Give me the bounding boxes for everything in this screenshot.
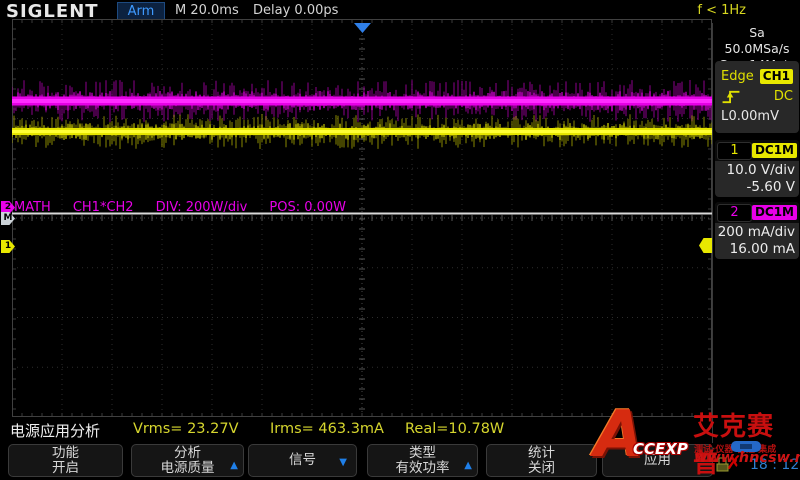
analysis-title: 电源应用分析 bbox=[10, 420, 100, 441]
arrow-up-icon: ▲ bbox=[464, 458, 472, 473]
menu-button-value: 有效功率 bbox=[396, 461, 450, 476]
math-position: POS: 0.00W bbox=[269, 200, 346, 215]
trigger-source-badge: CH1 bbox=[760, 69, 793, 84]
channel2-info-box[interactable]: 2 DC1M 200 mA/div 16.00 mA bbox=[715, 202, 799, 259]
channel1-coupling-badge: DC1M bbox=[752, 143, 797, 158]
waveform-display bbox=[12, 19, 712, 417]
trigger-info-box[interactable]: Edge CH1 DC L 0.00mV bbox=[715, 61, 799, 133]
menu-button-value: 关闭 bbox=[528, 461, 555, 476]
menu-button-type[interactable]: 类型 有效功率 ▲ bbox=[367, 444, 478, 477]
delay-readout: Delay 0.00ps bbox=[253, 3, 338, 18]
channel1-scale: 10.0 V/div bbox=[715, 162, 795, 179]
menu-button-value: 电源质量 bbox=[161, 461, 215, 476]
math-scale: DIV: 200W/div bbox=[156, 200, 248, 215]
menu-button-label: 分析 bbox=[174, 446, 201, 461]
trigger-level-prefix: L bbox=[721, 109, 728, 124]
rising-edge-icon bbox=[721, 89, 741, 104]
channel1-offset: -5.60 V bbox=[715, 179, 795, 196]
channel2-coupling-badge: DC1M bbox=[752, 205, 797, 220]
frequency-counter: f < 1Hz bbox=[697, 3, 746, 18]
math-label: MATH bbox=[14, 200, 51, 215]
channel2-scale: 200 mA/div bbox=[715, 224, 795, 241]
vrms-readout: Vrms= 23.27V bbox=[133, 421, 239, 437]
menu-button-signal[interactable]: 信号 ▼ bbox=[248, 444, 357, 477]
trigger-level-value: 0.00mV bbox=[728, 109, 779, 124]
graticule-and-traces bbox=[12, 19, 712, 417]
channel1-info-box[interactable]: 1 DC1M 10.0 V/div -5.60 V bbox=[715, 140, 799, 197]
sample-rate: Sa 50.0MSa/s bbox=[715, 25, 799, 57]
trigger-coupling: DC bbox=[774, 89, 793, 104]
channel1-number: 1 bbox=[717, 142, 752, 160]
oscilloscope-screen: SIGLENT Arm M 20.0ms Delay 0.00ps f < 1H… bbox=[0, 0, 800, 480]
arrow-down-icon: ▼ bbox=[339, 455, 347, 470]
menu-button-value: 开启 bbox=[52, 461, 79, 476]
right-sidebar: Sa 50.0MSa/s Curr 14Mpts Edge CH1 DC L 0… bbox=[712, 23, 800, 443]
irms-readout: Irms= 463.3mA bbox=[270, 421, 384, 437]
menu-button-label: 功能 bbox=[52, 446, 79, 461]
math-expression: CH1*CH2 bbox=[73, 200, 134, 215]
menu-button-label: 类型 bbox=[409, 446, 436, 461]
menu-button-analysis[interactable]: 分析 电源质量 ▲ bbox=[131, 444, 244, 477]
math-info-row: MATH CH1*CH2 DIV: 200W/div POS: 0.00W bbox=[14, 200, 368, 214]
trigger-type: Edge bbox=[721, 69, 754, 84]
timebase-readout: M 20.0ms bbox=[175, 3, 239, 18]
channel2-number: 2 bbox=[717, 204, 752, 222]
menu-button-label: 应用 bbox=[644, 453, 671, 468]
arrow-up-icon: ▲ bbox=[230, 458, 238, 473]
menu-button-label: 统计 bbox=[528, 446, 555, 461]
clock: 18 : 12 bbox=[750, 457, 799, 473]
real-power-readout: Real=10.78W bbox=[405, 421, 504, 437]
device-disconnected-icon: ✗ bbox=[726, 452, 742, 474]
menu-button-label: 信号 bbox=[289, 453, 316, 468]
menu-button-statistics[interactable]: 统计 关闭 bbox=[486, 444, 597, 477]
menu-button-function[interactable]: 功能 开启 bbox=[8, 444, 123, 477]
channel2-offset: 16.00 mA bbox=[715, 241, 795, 258]
menu-button-apply[interactable]: 应用 bbox=[602, 444, 713, 477]
